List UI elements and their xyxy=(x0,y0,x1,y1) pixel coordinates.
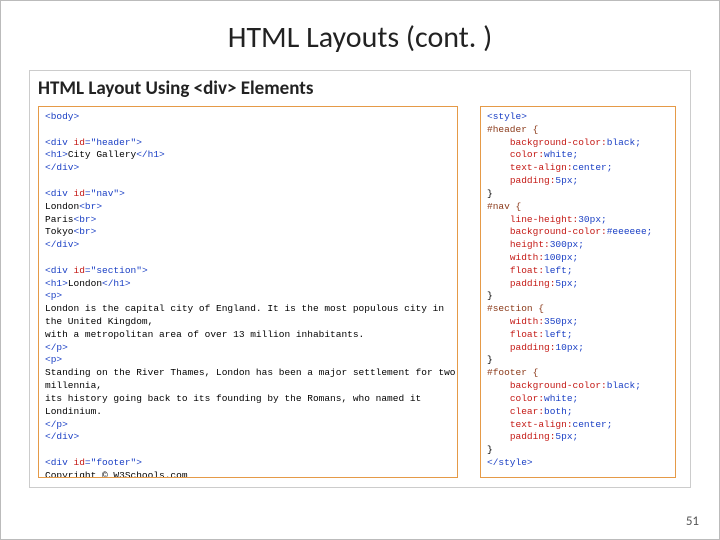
code-val: white; xyxy=(544,393,578,404)
code-val: center; xyxy=(573,162,613,173)
code-prop: clear: xyxy=(510,406,544,417)
code-line: <br> xyxy=(79,201,102,212)
code-text: its history going back to its founding b… xyxy=(45,393,421,417)
code-val: white; xyxy=(544,149,578,160)
code-val: black; xyxy=(607,380,641,391)
code-text: London xyxy=(45,201,79,212)
code-val: 100px; xyxy=(544,252,578,263)
code-text: Standing on the River Thames, London has… xyxy=(45,367,455,391)
code-val: black; xyxy=(607,137,641,148)
code-prop: float: xyxy=(510,265,544,276)
section-heading: HTML Layout Using <div> Elements xyxy=(38,77,682,100)
code-val: center; xyxy=(573,419,613,430)
code-val: left; xyxy=(544,265,573,276)
code-line: <div id="footer"> xyxy=(45,457,142,468)
code-line: </div> xyxy=(45,239,79,250)
css-code-box: <style> #header { background-color:black… xyxy=(480,106,676,478)
code-text: London is the capital city of England. I… xyxy=(45,303,444,327)
code-line: #nav { xyxy=(487,201,521,212)
code-prop: width: xyxy=(510,316,544,327)
code-text: Copyright © W3Schools.com xyxy=(45,470,188,478)
code-prop: background-color: xyxy=(510,380,607,391)
code-line: <div id="nav"> xyxy=(45,188,125,199)
code-prop: float: xyxy=(510,329,544,340)
code-line: } xyxy=(487,290,493,301)
code-line: <div id="header"> xyxy=(45,137,142,148)
code-prop: height: xyxy=(510,239,550,250)
code-line: } xyxy=(487,188,493,199)
code-val: both; xyxy=(544,406,573,417)
code-prop: text-align: xyxy=(510,419,573,430)
page-title: HTML Layouts (cont. ) xyxy=(29,19,691,56)
code-prop: line-height: xyxy=(510,214,578,225)
content-frame: HTML Layout Using <div> Elements <body> … xyxy=(29,70,691,488)
code-val: 5px; xyxy=(555,431,578,442)
code-line: <style> xyxy=(487,111,527,122)
code-line: </div> xyxy=(45,162,79,173)
code-line: </p> xyxy=(45,342,68,353)
code-line: #section { xyxy=(487,303,544,314)
code-prop: background-color: xyxy=(510,137,607,148)
code-val: 350px; xyxy=(544,316,578,327)
code-prop: padding: xyxy=(510,278,556,289)
code-line: #header { xyxy=(487,124,538,135)
code-prop: text-align: xyxy=(510,162,573,173)
code-line: } xyxy=(487,354,493,365)
code-line: <div id="section"> xyxy=(45,265,148,276)
code-line: <br> xyxy=(74,226,97,237)
code-prop: width: xyxy=(510,252,544,263)
code-text: with a metropolitan area of over 13 mill… xyxy=(45,329,364,340)
code-line: </div> xyxy=(45,431,79,442)
code-line: <p> xyxy=(45,290,62,301)
code-line: </style> xyxy=(487,457,533,468)
code-text: Paris xyxy=(45,214,74,225)
code-prop: background-color: xyxy=(510,226,607,237)
code-line: <h1> xyxy=(45,278,68,289)
code-val: 30px; xyxy=(578,214,607,225)
code-line: <br> xyxy=(74,214,97,225)
code-val: #eeeeee; xyxy=(607,226,653,237)
code-val: 300px; xyxy=(550,239,584,250)
code-text: London xyxy=(68,278,102,289)
code-text: Tokyo xyxy=(45,226,74,237)
code-line: </p> xyxy=(45,419,68,430)
code-line: #footer { xyxy=(487,367,538,378)
code-line: <body> xyxy=(45,111,79,122)
code-prop: padding: xyxy=(510,431,556,442)
code-prop: padding: xyxy=(510,342,556,353)
code-line: <h1> xyxy=(45,149,68,160)
page-number: 51 xyxy=(686,514,699,529)
code-prop: padding: xyxy=(510,175,556,186)
html-code-box: <body> <div id="header"> <h1>City Galler… xyxy=(38,106,458,478)
code-prop: color: xyxy=(510,393,544,404)
slide: HTML Layouts (cont. ) HTML Layout Using … xyxy=(0,0,720,540)
code-text: City Gallery xyxy=(68,149,136,160)
code-line: <p> xyxy=(45,354,62,365)
code-val: 10px; xyxy=(555,342,584,353)
code-val: 5px; xyxy=(555,175,578,186)
code-line: } xyxy=(487,444,493,455)
code-prop: color: xyxy=(510,149,544,160)
code-val: 5px; xyxy=(555,278,578,289)
code-columns: <body> <div id="header"> <h1>City Galler… xyxy=(38,106,682,478)
code-val: left; xyxy=(544,329,573,340)
